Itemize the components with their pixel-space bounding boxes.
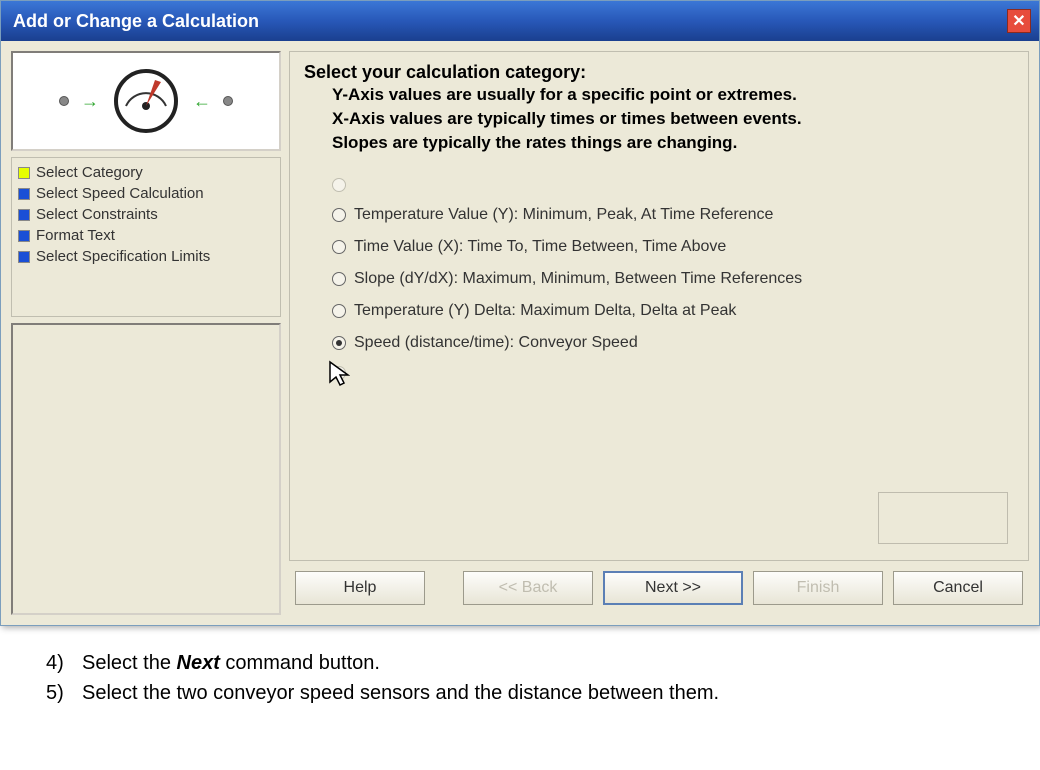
right-column: Select your calculation category: Y-Axis… [289, 51, 1029, 615]
step-marker-icon [18, 209, 30, 221]
help-button[interactable]: Help [295, 571, 425, 605]
step-marker-icon [18, 167, 30, 179]
instruction-4: 4) Select the Next command button. [46, 648, 1040, 678]
step-format-text[interactable]: Format Text [14, 225, 278, 246]
radio-icon [332, 272, 346, 286]
left-column: → ← Select Category [11, 51, 281, 615]
back-button[interactable]: << Back [463, 571, 593, 605]
radio-label: Speed (distance/time): Conveyor Speed [354, 334, 638, 352]
radio-icon [332, 208, 346, 222]
radio-label: Temperature Value (Y): Minimum, Peak, At… [354, 206, 773, 224]
instruction-fragment: Select the [82, 652, 177, 674]
step-marker-icon [18, 230, 30, 242]
category-heading: Select your calculation category: [304, 62, 1014, 83]
instruction-text: Select the two conveyor speed sensors an… [82, 678, 719, 708]
cancel-button[interactable]: Cancel [893, 571, 1023, 605]
wizard-dialog: Add or Change a Calculation ✕ → ← [0, 0, 1040, 626]
step-label: Select Specification Limits [36, 248, 210, 265]
close-icon[interactable]: ✕ [1007, 9, 1031, 33]
radio-option-time-value[interactable]: Time Value (X): Time To, Time Between, T… [332, 238, 1014, 256]
radio-option-temperature-delta[interactable]: Temperature (Y) Delta: Maximum Delta, De… [332, 302, 1014, 320]
finish-button[interactable]: Finish [753, 571, 883, 605]
window-title: Add or Change a Calculation [13, 11, 259, 32]
arrow-icon-right: ← [193, 91, 211, 112]
instruction-fragment: command button. [220, 652, 380, 674]
radio-option-disabled-bottom [332, 366, 1014, 380]
radio-label: Time Value (X): Time To, Time Between, T… [354, 238, 726, 256]
instruction-number: 5) [46, 678, 70, 708]
step-select-speed-calculation[interactable]: Select Speed Calculation [14, 183, 278, 204]
rivet-left [59, 96, 69, 106]
gauge-icon [111, 66, 181, 136]
button-spacer [435, 571, 453, 605]
heading-subline: Slopes are typically the rates things ar… [332, 131, 1014, 155]
radio-label: Temperature (Y) Delta: Maximum Delta, De… [354, 302, 736, 320]
button-row: Help << Back Next >> Finish Cancel [289, 561, 1029, 615]
content-panel: Select your calculation category: Y-Axis… [289, 51, 1029, 561]
radio-icon [332, 240, 346, 254]
step-select-category[interactable]: Select Category [14, 162, 278, 183]
step-marker-icon [18, 188, 30, 200]
gauge-illustration-panel: → ← [11, 51, 281, 151]
instruction-number: 4) [46, 648, 70, 678]
step-select-constraints[interactable]: Select Constraints [14, 204, 278, 225]
next-button[interactable]: Next >> [603, 571, 743, 605]
step-label: Select Category [36, 164, 143, 181]
radio-option-slope[interactable]: Slope (dY/dX): Maximum, Minimum, Between… [332, 270, 1014, 288]
hint-panel [11, 323, 281, 615]
radio-label: Slope (dY/dX): Maximum, Minimum, Between… [354, 270, 802, 288]
arrow-icon-left: → [81, 91, 99, 112]
titlebar[interactable]: Add or Change a Calculation ✕ [1, 1, 1039, 41]
summary-box [878, 492, 1008, 544]
radio-option-temperature-value[interactable]: Temperature Value (Y): Minimum, Peak, At… [332, 206, 1014, 224]
step-label: Format Text [36, 227, 115, 244]
radio-icon [332, 304, 346, 318]
category-options: Temperature Value (Y): Minimum, Peak, At… [332, 178, 1014, 380]
heading-subline: X-Axis values are typically times or tim… [332, 107, 1014, 131]
heading-subline: Y-Axis values are usually for a specific… [332, 83, 1014, 107]
cursor-arrow-icon [328, 360, 350, 393]
step-label: Select Speed Calculation [36, 185, 204, 202]
radio-icon [332, 178, 346, 192]
instruction-text: Select the Next command button. [82, 648, 380, 678]
step-marker-icon [18, 251, 30, 263]
radio-icon [332, 336, 346, 350]
step-select-specification-limits[interactable]: Select Specification Limits [14, 246, 278, 267]
dialog-body: → ← Select Category [1, 41, 1039, 625]
step-label: Select Constraints [36, 206, 158, 223]
instruction-bold: Next [177, 652, 220, 674]
radio-option-speed[interactable]: Speed (distance/time): Conveyor Speed [332, 334, 1014, 352]
instructions: 4) Select the Next command button. 5) Se… [46, 648, 1040, 708]
rivet-right [223, 96, 233, 106]
radio-option-disabled-top [332, 178, 1014, 192]
instruction-5: 5) Select the two conveyor speed sensors… [46, 678, 1040, 708]
wizard-step-list: Select Category Select Speed Calculation… [11, 157, 281, 317]
